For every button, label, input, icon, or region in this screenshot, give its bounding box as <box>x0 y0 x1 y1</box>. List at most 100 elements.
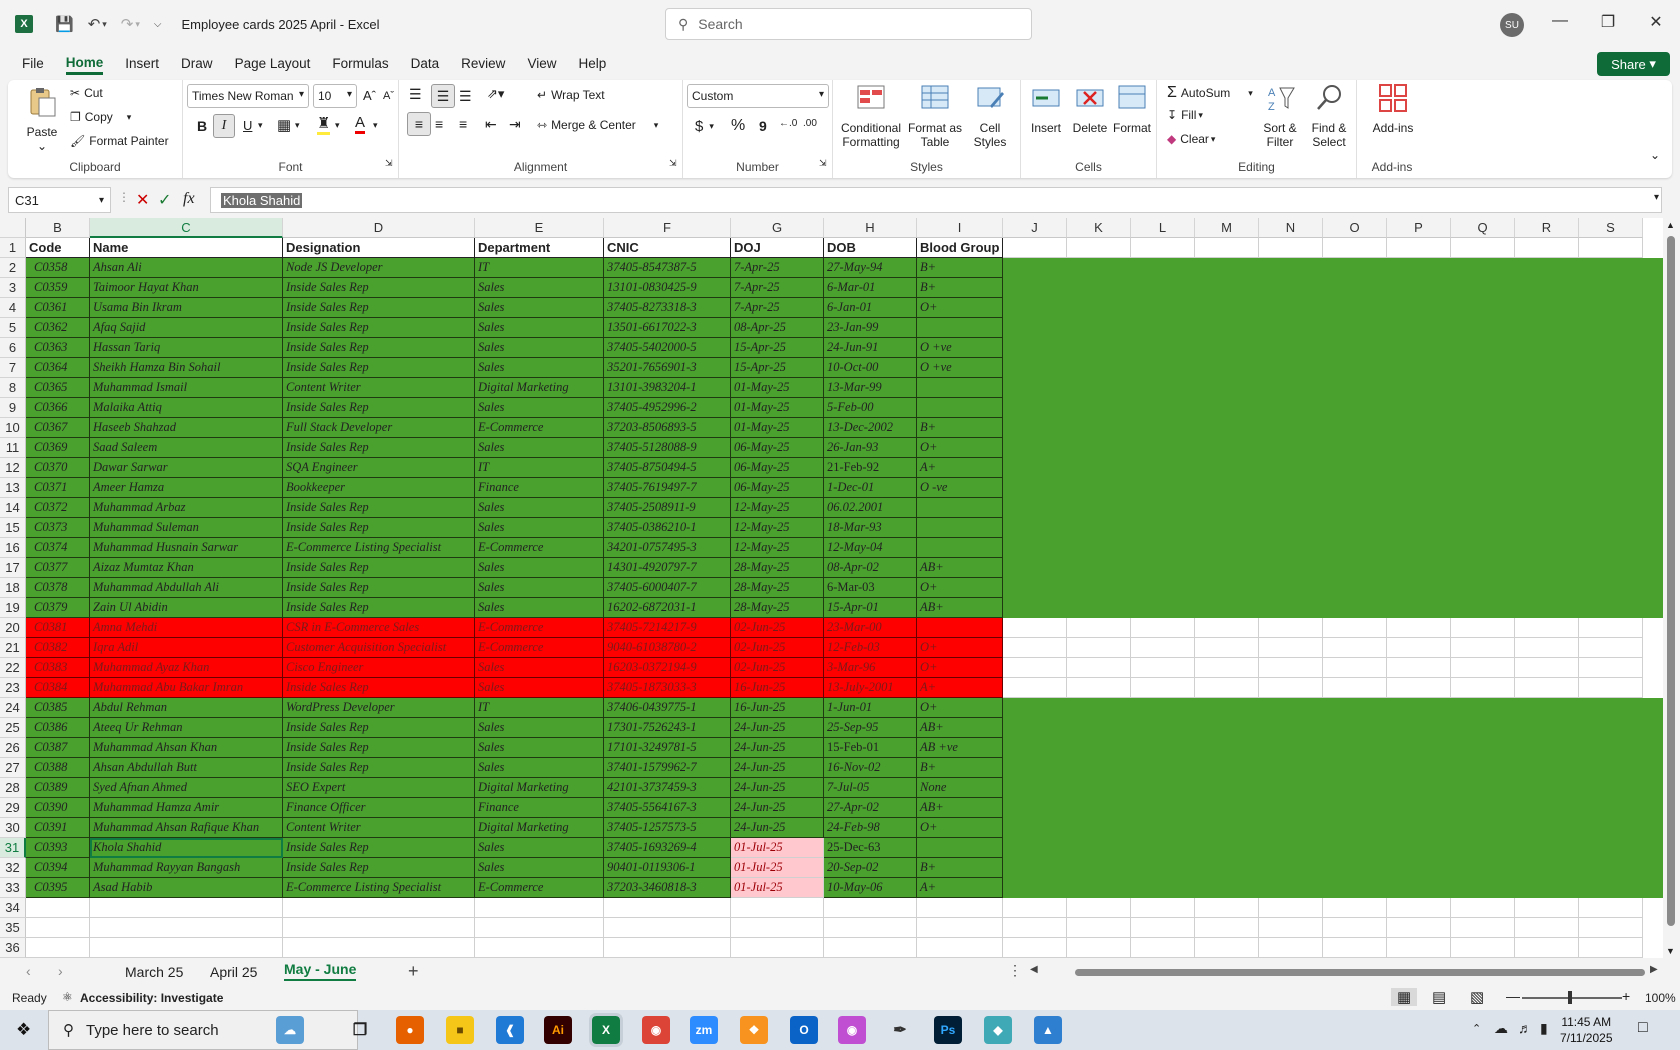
cell-department[interactable]: E-Commerce <box>475 538 604 558</box>
decrease-font-icon[interactable]: Aˇ <box>383 90 394 102</box>
cell[interactable] <box>1067 938 1131 958</box>
cell-department[interactable]: Sales <box>475 438 604 458</box>
cell-blood-group[interactable]: B+ <box>917 858 1003 878</box>
row-header[interactable]: 13 <box>0 478 26 498</box>
cell-doj[interactable]: 24-Jun-25 <box>731 818 824 838</box>
cell-designation[interactable]: CSR in E-Commerce Sales <box>283 618 475 638</box>
row-header[interactable]: 17 <box>0 558 26 578</box>
format-painter-button[interactable]: 🖌 Format Painter <box>70 134 169 148</box>
column-header-d[interactable]: D <box>283 218 475 238</box>
collapse-ribbon-icon[interactable]: ⌄ <box>1650 148 1660 162</box>
cell-blood-group[interactable] <box>917 838 1003 858</box>
cell-department[interactable]: Sales <box>475 738 604 758</box>
cell[interactable] <box>1131 678 1195 698</box>
row-header[interactable]: 7 <box>0 358 26 378</box>
row-header[interactable]: 30 <box>0 818 26 838</box>
zoom-level[interactable]: 100% <box>1645 991 1676 1005</box>
align-left-icon[interactable]: ≡ <box>407 112 431 136</box>
cell-blood-group[interactable]: B+ <box>917 258 1003 278</box>
cell-name[interactable]: Ameer Hamza <box>90 478 283 498</box>
column-header-m[interactable]: M <box>1195 218 1259 238</box>
font-name-select[interactable]: Times New Roman ▾ <box>187 84 309 108</box>
cell-designation[interactable]: Content Writer <box>283 378 475 398</box>
row-header[interactable]: 11 <box>0 438 26 458</box>
cell[interactable] <box>1259 638 1323 658</box>
cell-doj[interactable]: 24-Jun-25 <box>731 758 824 778</box>
wrap-text-button[interactable]: ↵ Wrap Text <box>537 88 605 102</box>
column-header-q[interactable]: Q <box>1451 218 1515 238</box>
cell-doj[interactable]: 16-Jun-25 <box>731 698 824 718</box>
cell-cnic[interactable]: 37405-4952996-2 <box>604 398 731 418</box>
cell-designation[interactable]: Inside Sales Rep <box>283 578 475 598</box>
cell-blood-group[interactable] <box>917 498 1003 518</box>
cell-name[interactable]: Muhammad Rayyan Bangash <box>90 858 283 878</box>
cell-blood-group[interactable]: AB+ <box>917 718 1003 738</box>
delete-cells-button[interactable]: Delete <box>1069 82 1111 135</box>
cell[interactable] <box>731 898 824 918</box>
cell-designation[interactable]: Inside Sales Rep <box>283 318 475 338</box>
cell-name[interactable]: Muhammad Suleman <box>90 518 283 538</box>
tab-draw[interactable]: Draw <box>181 52 213 75</box>
cell-dob[interactable]: 21-Feb-92 <box>824 458 917 478</box>
cell-department[interactable]: Sales <box>475 578 604 598</box>
cell[interactable] <box>475 898 604 918</box>
cell-doj[interactable]: 06-May-25 <box>731 438 824 458</box>
cell-department[interactable]: Finance <box>475 798 604 818</box>
zoom-slider-thumb[interactable] <box>1568 991 1572 1004</box>
row-header[interactable]: 9 <box>0 398 26 418</box>
cell[interactable] <box>1579 898 1643 918</box>
cell-dob[interactable]: 23-Mar-00 <box>824 618 917 638</box>
increase-font-icon[interactable]: Aˆ <box>363 88 376 103</box>
cell-doj[interactable]: 12-May-25 <box>731 538 824 558</box>
cell-dob[interactable]: 13-Mar-99 <box>824 378 917 398</box>
cell-cnic[interactable]: 17101-3249781-5 <box>604 738 731 758</box>
cell[interactable] <box>1515 918 1579 938</box>
cell[interactable] <box>1387 618 1451 638</box>
row-header[interactable]: 2 <box>0 258 26 278</box>
cell[interactable] <box>1387 238 1451 258</box>
cell[interactable] <box>1579 238 1643 258</box>
cell-blood-group[interactable]: O+ <box>917 658 1003 678</box>
column-header-n[interactable]: N <box>1259 218 1323 238</box>
cell-name[interactable]: Syed Afnan Ahmed <box>90 778 283 798</box>
cell-code[interactable]: C0386 <box>26 718 90 738</box>
row-header[interactable]: 25 <box>0 718 26 738</box>
cell-code[interactable]: C0374 <box>26 538 90 558</box>
cell-designation[interactable]: Inside Sales Rep <box>283 858 475 878</box>
cell-designation[interactable]: Inside Sales Rep <box>283 718 475 738</box>
cell-dob[interactable]: 06.02.2001 <box>824 498 917 518</box>
cell-dob[interactable]: 13-Dec-2002 <box>824 418 917 438</box>
share-button[interactable]: Share ▾ <box>1597 52 1670 76</box>
cell-code[interactable]: C0362 <box>26 318 90 338</box>
cell-code[interactable]: C0363 <box>26 338 90 358</box>
cell-code[interactable]: C0395 <box>26 878 90 898</box>
cell-cnic[interactable]: 37203-3460818-3 <box>604 878 731 898</box>
cell[interactable] <box>26 938 90 958</box>
cell[interactable] <box>1131 638 1195 658</box>
cell[interactable] <box>1067 898 1131 918</box>
undo-dropdown-icon[interactable]: ▾ <box>102 19 107 30</box>
row-header[interactable]: 6 <box>0 338 26 358</box>
column-header-o[interactable]: O <box>1323 218 1387 238</box>
worksheet-grid[interactable]: B C D E F G H I J K L M N O P Q R S 1 2 3 4 5 6 7 8 9 10 11 12 13 14 15 1… <box>0 218 1680 960</box>
next-sheet-icon[interactable]: › <box>58 963 63 979</box>
column-header-p[interactable]: P <box>1387 218 1451 238</box>
cell[interactable] <box>1131 938 1195 958</box>
cell[interactable] <box>1515 638 1579 658</box>
cell-doj[interactable]: 24-Jun-25 <box>731 798 824 818</box>
row-header[interactable]: 12 <box>0 458 26 478</box>
cell[interactable] <box>824 918 917 938</box>
cell-designation[interactable]: Inside Sales Rep <box>283 558 475 578</box>
vertical-scrollbar[interactable]: ▲ ▼ <box>1663 218 1680 960</box>
cell-blood-group[interactable]: O+ <box>917 578 1003 598</box>
cell[interactable] <box>824 898 917 918</box>
cell[interactable] <box>1259 898 1323 918</box>
scroll-right-icon[interactable]: ▶ <box>1650 964 1658 975</box>
cell-doj[interactable]: 7-Apr-25 <box>731 258 824 278</box>
cell[interactable] <box>1579 618 1643 638</box>
cell[interactable] <box>1003 658 1067 678</box>
cell-department[interactable]: E-Commerce <box>475 878 604 898</box>
cell-cnic[interactable]: 9040-61038780-2 <box>604 638 731 658</box>
cell-code[interactable]: C0377 <box>26 558 90 578</box>
restore-icon[interactable]: ❐ <box>1596 12 1620 32</box>
